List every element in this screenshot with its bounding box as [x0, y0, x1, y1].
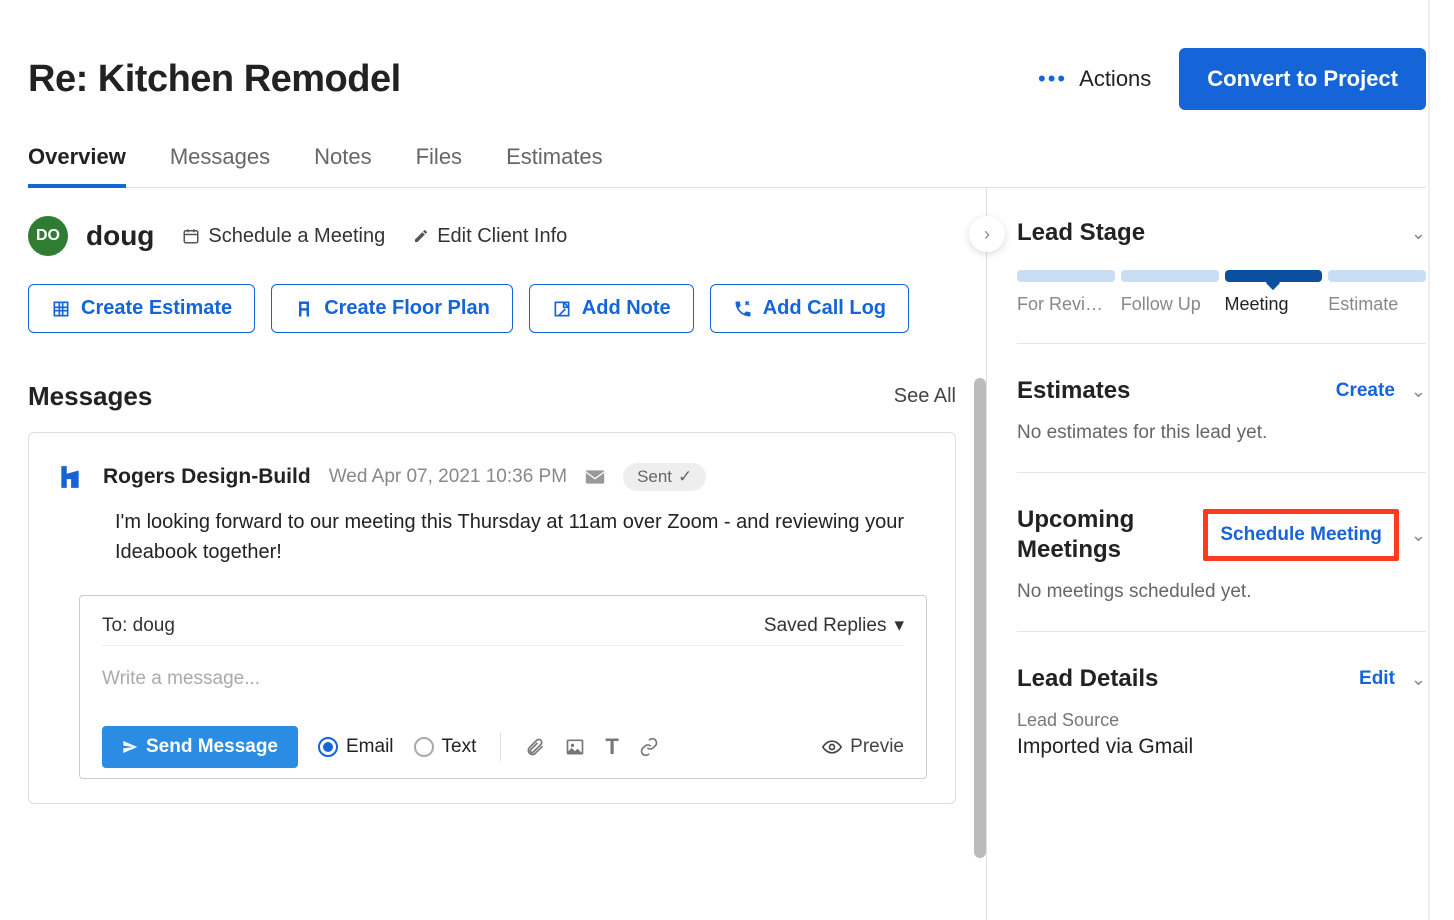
saved-replies-label: Saved Replies	[764, 615, 887, 637]
meetings-title: Upcoming Meetings	[1017, 505, 1157, 565]
schedule-meeting-highlight: Schedule Meeting	[1203, 509, 1399, 561]
eye-icon	[822, 740, 842, 754]
create-estimate-button[interactable]: Create Estimate	[28, 284, 255, 333]
image-icon[interactable]	[565, 737, 585, 757]
tab-messages[interactable]: Messages	[170, 134, 270, 187]
radio-filled-icon	[318, 737, 338, 757]
to-prefix: To:	[102, 615, 127, 636]
pencil-icon	[413, 228, 429, 244]
radio-empty-icon	[414, 737, 434, 757]
check-icon: ✓	[678, 467, 692, 487]
actions-menu[interactable]: ••• Actions	[1038, 66, 1151, 92]
add-call-log-button[interactable]: Add Call Log	[710, 284, 909, 333]
calendar-icon	[182, 227, 200, 245]
create-estimate-label: Create Estimate	[81, 297, 232, 320]
edit-client-link[interactable]: Edit Client Info	[413, 225, 567, 248]
right-border	[1428, 0, 1430, 920]
meetings-empty: No meetings scheduled yet.	[1017, 581, 1426, 603]
stage-label-2: Meeting	[1225, 294, 1323, 315]
create-floor-plan-button[interactable]: Create Floor Plan	[271, 284, 513, 333]
lead-source-value: Imported via Gmail	[1017, 735, 1426, 759]
lead-stage-progress	[1017, 270, 1426, 282]
chevron-down-icon[interactable]: ⌄	[1411, 223, 1426, 244]
dots-icon: •••	[1038, 66, 1067, 92]
tab-files[interactable]: Files	[416, 134, 462, 187]
channel-email-radio[interactable]: Email	[318, 736, 394, 758]
text-format-icon[interactable]: T	[605, 734, 618, 760]
client-avatar: DO	[28, 216, 68, 256]
sent-badge-label: Sent	[637, 467, 672, 487]
houzz-icon	[57, 463, 85, 491]
send-label: Send Message	[146, 736, 278, 758]
create-estimate-link[interactable]: Create	[1336, 380, 1395, 402]
chevron-down-icon[interactable]: ⌄	[1411, 381, 1426, 402]
schedule-meeting-label: Schedule a Meeting	[208, 225, 385, 248]
lead-details-title: Lead Details	[1017, 664, 1158, 694]
preview-toggle[interactable]: Previe	[822, 736, 904, 758]
stage-bar-0[interactable]	[1017, 270, 1115, 282]
create-floor-plan-label: Create Floor Plan	[324, 297, 490, 320]
sidebar-collapse-handle[interactable]: ›	[969, 216, 1005, 252]
see-all-link[interactable]: See All	[894, 385, 956, 408]
tab-estimates[interactable]: Estimates	[506, 134, 603, 187]
page-title: Re: Kitchen Remodel	[28, 58, 401, 101]
stage-bar-1[interactable]	[1121, 270, 1219, 282]
message-input[interactable]	[102, 646, 904, 724]
message-body: I'm looking forward to our meeting this …	[115, 507, 927, 567]
estimates-title: Estimates	[1017, 376, 1130, 406]
edit-client-label: Edit Client Info	[437, 225, 567, 248]
convert-to-project-button[interactable]: Convert to Project	[1179, 48, 1426, 110]
message-sender: Rogers Design-Build	[103, 465, 311, 489]
preview-label: Previe	[850, 736, 904, 758]
message-timestamp: Wed Apr 07, 2021 10:36 PM	[329, 466, 567, 488]
schedule-meeting-link-side[interactable]: Schedule Meeting	[1220, 524, 1382, 545]
edit-lead-details-link[interactable]: Edit	[1359, 668, 1395, 690]
add-call-log-label: Add Call Log	[763, 297, 886, 320]
message-card: Rogers Design-Build Wed Apr 07, 2021 10:…	[28, 432, 956, 804]
client-name: doug	[86, 220, 154, 252]
compose-to: To: doug	[102, 615, 175, 637]
note-icon	[552, 299, 572, 319]
toolbar-separator	[500, 733, 501, 761]
send-message-button[interactable]: Send Message	[102, 726, 298, 768]
stage-bar-3[interactable]	[1328, 270, 1426, 282]
link-icon[interactable]	[639, 737, 659, 757]
send-icon	[122, 739, 138, 755]
tab-overview[interactable]: Overview	[28, 134, 126, 188]
compose-box: To: doug Saved Replies ▾	[79, 595, 927, 779]
phone-icon	[733, 299, 753, 319]
sent-badge: Sent ✓	[623, 463, 706, 491]
to-name: doug	[133, 615, 175, 636]
lead-source-label: Lead Source	[1017, 710, 1426, 731]
grid-icon	[51, 299, 71, 319]
messages-section-title: Messages	[28, 381, 152, 412]
saved-replies-dropdown[interactable]: Saved Replies ▾	[764, 614, 904, 637]
chevron-down-icon[interactable]: ⌄	[1411, 669, 1426, 690]
scrollbar[interactable]	[974, 378, 986, 858]
envelope-icon	[585, 469, 605, 485]
caret-down-icon: ▾	[894, 614, 904, 637]
floorplan-icon	[294, 299, 314, 319]
actions-label: Actions	[1079, 66, 1151, 92]
stage-label-0: For Revi…	[1017, 294, 1115, 315]
stage-bar-2[interactable]	[1225, 270, 1323, 282]
stage-label-1: Follow Up	[1121, 294, 1219, 315]
estimates-empty: No estimates for this lead yet.	[1017, 422, 1426, 444]
schedule-meeting-link[interactable]: Schedule a Meeting	[182, 225, 385, 248]
tabs: Overview Messages Notes Files Estimates	[28, 134, 1426, 188]
chevron-down-icon[interactable]: ⌄	[1411, 525, 1426, 546]
lead-stage-title: Lead Stage	[1017, 218, 1145, 248]
text-label: Text	[442, 736, 477, 758]
channel-text-radio[interactable]: Text	[414, 736, 477, 758]
email-label: Email	[346, 736, 394, 758]
stage-label-3: Estimate	[1328, 294, 1426, 315]
attachment-icon[interactable]	[525, 737, 545, 757]
tab-notes[interactable]: Notes	[314, 134, 371, 187]
add-note-label: Add Note	[582, 297, 671, 320]
add-note-button[interactable]: Add Note	[529, 284, 694, 333]
